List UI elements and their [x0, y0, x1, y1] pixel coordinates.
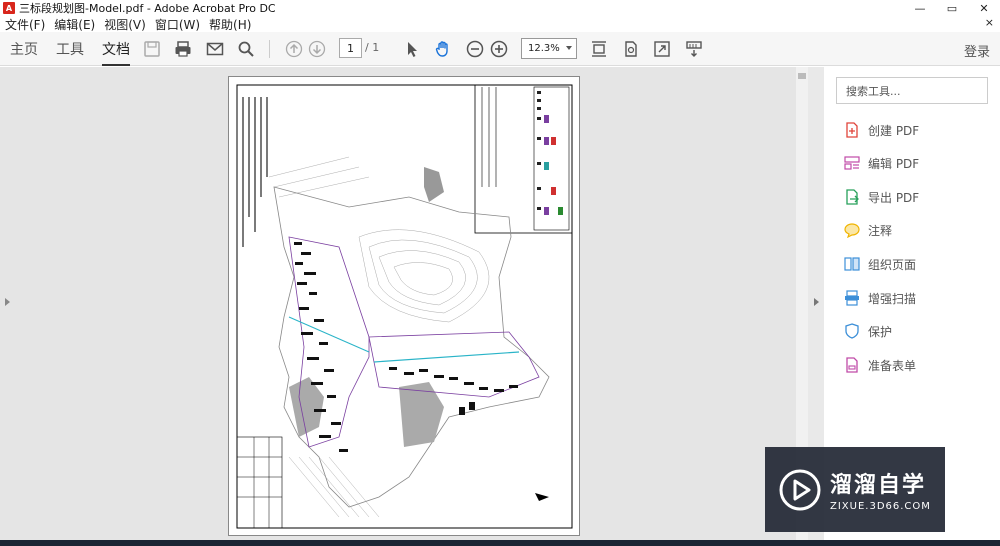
watermark-overlay: 溜溜自学 ZIXUE.3D66.COM — [765, 447, 945, 532]
title-bar: A 三标段规划图-Model.pdf - Adobe Acrobat Pro D… — [0, 0, 1000, 16]
menu-bar: 文件(F) 编辑(E) 视图(V) 窗口(W) 帮助(H) × — [0, 16, 1000, 32]
page-total: / 1 — [365, 41, 380, 54]
acrobat-app-icon: A — [3, 2, 15, 14]
tab-document[interactable]: 文档 — [102, 32, 130, 66]
login-link[interactable]: 登录 — [964, 41, 990, 60]
create-pdf-icon — [843, 121, 861, 139]
print-icon[interactable] — [172, 38, 194, 60]
rotate-page-icon[interactable] — [620, 38, 642, 60]
collapse-right-pane-icon[interactable] — [814, 298, 819, 306]
next-page-icon[interactable] — [306, 38, 328, 60]
menu-edit[interactable]: 编辑(E) — [54, 16, 95, 33]
tool-label: 创建 PDF — [868, 123, 920, 138]
tool-label: 编辑 PDF — [868, 156, 920, 171]
search-tools-input[interactable]: 搜索工具... — [836, 77, 988, 104]
tab-tools[interactable]: 工具 — [56, 32, 84, 66]
zoom-in-icon[interactable] — [488, 38, 510, 60]
zoom-level-select[interactable]: 12.3% — [521, 38, 577, 59]
previous-page-icon[interactable] — [283, 38, 305, 60]
tool-organize-pages[interactable]: 组织页面 — [843, 253, 916, 275]
menu-file[interactable]: 文件(F) — [5, 16, 45, 33]
organize-pages-icon — [843, 255, 861, 273]
zoom-out-icon[interactable] — [464, 38, 486, 60]
tool-label: 增强扫描 — [868, 291, 917, 306]
window-title: 三标段规划图-Model.pdf - Adobe Acrobat Pro DC — [19, 2, 276, 15]
toolbar-divider — [269, 40, 270, 58]
document-close-button[interactable]: × — [985, 16, 994, 29]
tool-label: 组织页面 — [868, 257, 917, 272]
hand-tool-icon[interactable] — [432, 38, 454, 60]
taskbar — [0, 540, 1000, 546]
zoom-level-value: 12.3% — [528, 43, 560, 54]
play-logo-icon — [779, 469, 821, 510]
pdf-page[interactable] — [228, 76, 580, 536]
tool-edit-pdf[interactable]: 编辑 PDF — [843, 152, 919, 174]
save-icon[interactable] — [141, 38, 163, 60]
expand-left-pane-icon[interactable] — [5, 298, 10, 306]
protect-icon — [843, 322, 861, 340]
tool-label: 准备表单 — [868, 358, 917, 373]
menu-help[interactable]: 帮助(H) — [209, 16, 251, 33]
read-mode-icon[interactable] — [683, 38, 705, 60]
chevron-down-icon — [566, 46, 572, 50]
comment-icon — [843, 221, 861, 239]
search-icon[interactable] — [235, 38, 257, 60]
page-number-input[interactable]: 1 — [339, 38, 362, 58]
watermark-title: 溜溜自学 — [830, 473, 927, 498]
window-controls: — ▭ ✕ — [904, 0, 1000, 16]
tool-create-pdf[interactable]: 创建 PDF — [843, 119, 919, 141]
select-arrow-icon[interactable] — [401, 38, 423, 60]
prepare-form-icon — [843, 356, 861, 374]
email-icon[interactable] — [204, 38, 226, 60]
menu-window[interactable]: 窗口(W) — [155, 16, 200, 33]
watermark-subtitle: ZIXUE.3D66.COM — [830, 501, 931, 512]
planning-map-drawing — [236, 84, 573, 529]
close-button[interactable]: ✕ — [968, 0, 1000, 16]
fit-page-icon[interactable] — [588, 38, 610, 60]
maximize-button[interactable]: ▭ — [936, 0, 968, 16]
enhance-scan-icon — [843, 289, 861, 307]
tool-export-pdf[interactable]: 导出 PDF — [843, 186, 919, 208]
tool-label: 导出 PDF — [868, 190, 920, 205]
tool-prepare-form[interactable]: 准备表单 — [843, 354, 916, 376]
tool-label: 保护 — [868, 324, 893, 339]
tab-home[interactable]: 主页 — [10, 32, 38, 66]
tool-label: 注释 — [868, 223, 893, 238]
tool-enhance-scan[interactable]: 增强扫描 — [843, 287, 916, 309]
export-pdf-icon — [843, 188, 861, 206]
scrollbar-thumb[interactable] — [798, 73, 806, 79]
menu-view[interactable]: 视图(V) — [104, 16, 146, 33]
full-screen-icon[interactable] — [651, 38, 673, 60]
edit-pdf-icon — [843, 154, 861, 172]
minimize-button[interactable]: — — [904, 0, 936, 16]
tool-protect[interactable]: 保护 — [843, 320, 892, 342]
tool-comment[interactable]: 注释 — [843, 219, 892, 241]
